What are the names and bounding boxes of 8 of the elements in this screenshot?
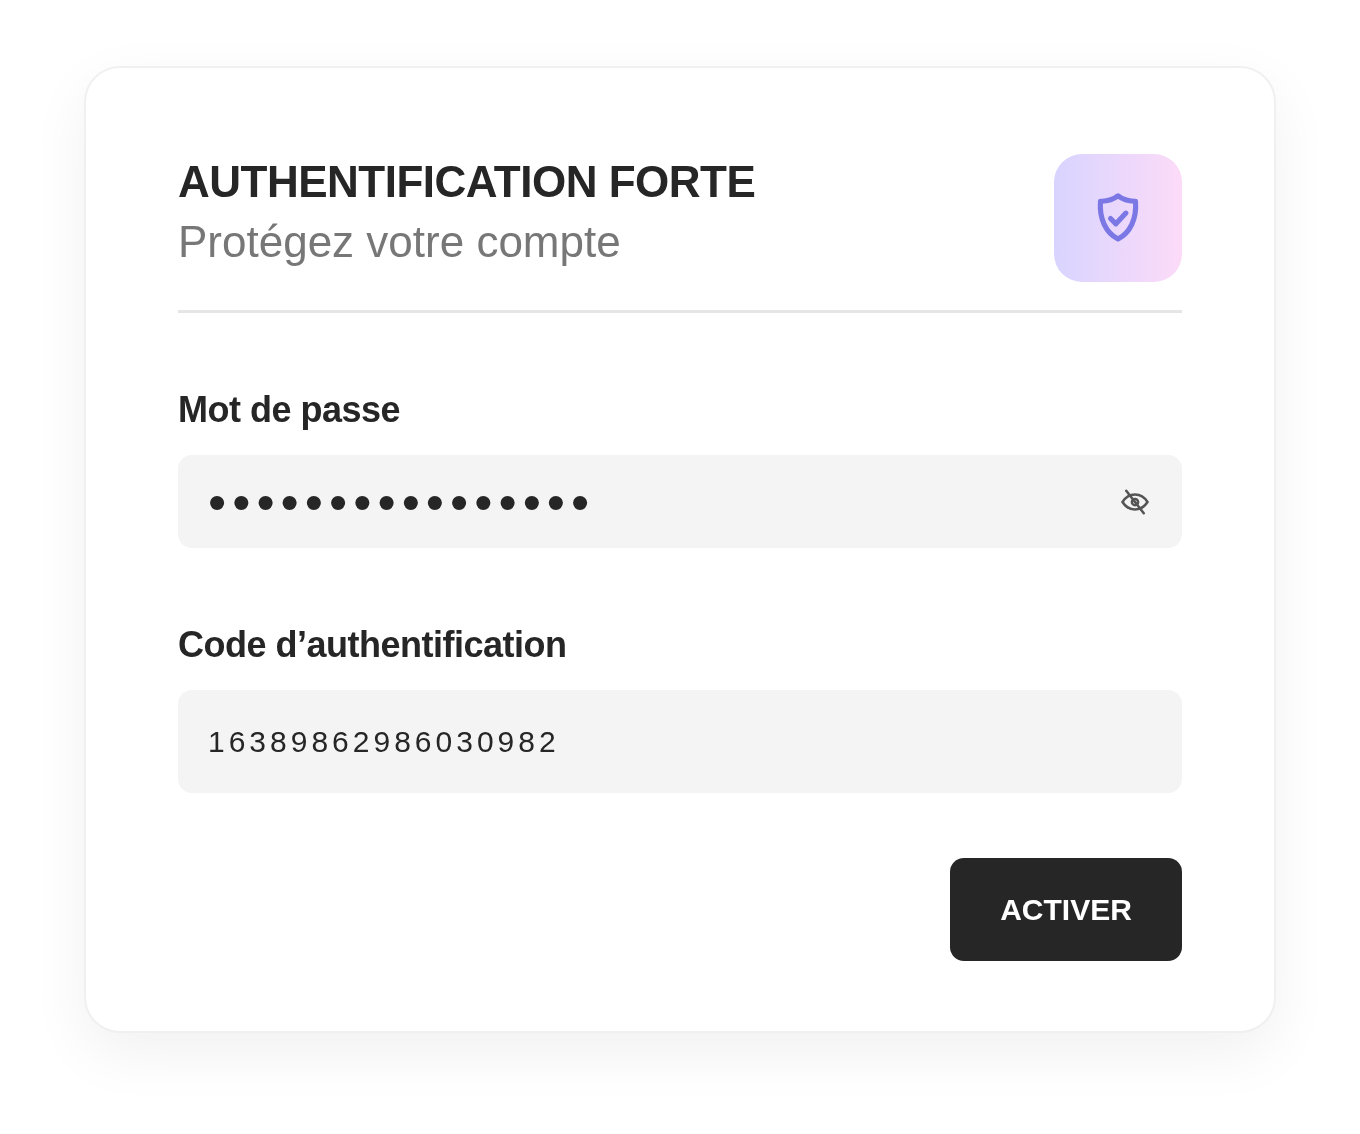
activate-button[interactable]: ACTIVER bbox=[950, 858, 1182, 961]
code-field[interactable]: 16389862986030982 bbox=[178, 690, 1182, 793]
subtitle: Protégez votre compte bbox=[178, 218, 622, 267]
password-field[interactable]: •••••••••••••••• bbox=[178, 455, 1182, 548]
title: AUTHENTIFICATION FORTE bbox=[178, 158, 756, 207]
eye-slash-icon[interactable] bbox=[1120, 487, 1150, 516]
field-label: Mot de passe bbox=[178, 388, 402, 432]
field-label: Code d’authentification bbox=[178, 623, 568, 667]
